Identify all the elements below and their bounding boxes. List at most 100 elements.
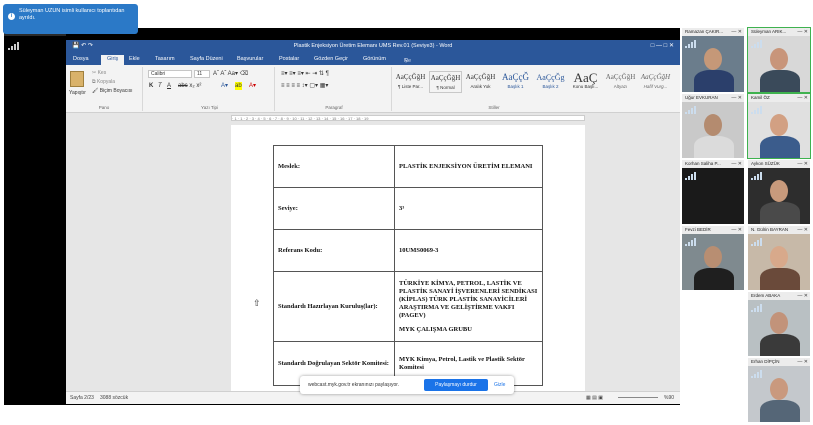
word-window: 💾 ↶ ↷ Plastik Enjeksiyon Üretim Elemanı …	[66, 40, 680, 404]
style-name: Başlık 2	[542, 84, 559, 89]
style-item[interactable]: AaÇçĞğH Hafif Vurg...	[639, 71, 672, 93]
participant-name-bar: Fevzi BEDİR — ✕	[682, 226, 744, 234]
style-name: ¶ Liste Par...	[398, 84, 423, 89]
tab-references[interactable]: Başvurular	[237, 55, 263, 63]
style-item[interactable]: AaÇçĞğH ¶ Normal	[429, 71, 462, 93]
stop-sharing-button[interactable]: Paylaşmayı durdur	[424, 379, 488, 391]
tab-home[interactable]: Giriş	[101, 55, 125, 65]
tab-file[interactable]: Dosya	[73, 55, 89, 63]
zoom-slider[interactable]	[618, 397, 658, 398]
participant-tile[interactable]: Kamil ÖZ — ✕	[747, 93, 811, 159]
style-name: Aralık Yok	[470, 84, 491, 89]
font-name-select[interactable]: Calibri	[148, 70, 192, 78]
participant-name: Fevzi BEDİR	[685, 227, 711, 232]
paragraph-group: ≡▾ ≡▾ ≡▾ ⇤ ⇥ ⇅ ¶ ≡ ≡ ≡ ≡ ↕▾ ▢▾ ▦▾ Paragr…	[277, 67, 392, 111]
hide-share-bar-button[interactable]: Gizle	[494, 379, 505, 391]
tile-controls-icon[interactable]: — ✕	[797, 28, 808, 36]
highlight-icon[interactable]: ab	[235, 82, 242, 90]
signal-icon	[685, 238, 696, 246]
tab-insert[interactable]: Ekle	[129, 55, 140, 63]
participant-tile[interactable]: Korhan Saliha P... — ✕	[682, 160, 744, 224]
clipboard-group-label: Pano	[98, 105, 110, 110]
tab-layout[interactable]: Sayfa Düzeni	[190, 55, 223, 63]
participant-name-bar: Erhan DİPÇİN — ✕	[748, 358, 810, 366]
participant-tile[interactable]: N. Gülrin BAYRAN — ✕	[748, 226, 810, 290]
cut-button[interactable]: ✂ Kes	[92, 69, 106, 77]
signal-icon	[751, 304, 762, 312]
participant-tile[interactable]: Fevzi BEDİR — ✕	[682, 226, 744, 290]
save-icon[interactable]: 💾 ↶ ↷	[72, 40, 93, 53]
paste-button[interactable]: Yapıştır	[69, 89, 86, 97]
tile-controls-icon[interactable]: — ✕	[797, 94, 808, 102]
paste-icon[interactable]	[70, 71, 84, 87]
participant-tile[interactable]: Erdem ABAKA — ✕	[748, 292, 810, 356]
tile-controls-icon[interactable]: — ✕	[797, 358, 808, 366]
grow-font-icon[interactable]: Aˆ Aˇ Aa▾ ⌫	[213, 70, 248, 78]
tile-controls-icon[interactable]: — ✕	[797, 292, 808, 300]
style-item[interactable]: AaÇçĞg Başlık 2	[534, 71, 567, 93]
tab-mailings[interactable]: Postalar	[279, 55, 299, 63]
leave-notification[interactable]: i Süleyman UZUN isimli kullanıcı toplant…	[3, 4, 138, 34]
participant-tile[interactable]: Uğur EVKURAN — ✕	[682, 94, 744, 158]
participant-name: Korhan Saliha P...	[685, 161, 721, 166]
paragraph-group-label: Paragraf	[325, 105, 343, 110]
tile-controls-icon[interactable]: — ✕	[731, 28, 742, 36]
style-item[interactable]: AaÇçĞğH ¶ Liste Par...	[394, 71, 427, 93]
ribbon-tabs: Dosya Giriş Ekle Tasarım Sayfa Düzeni Ba…	[66, 53, 680, 96]
font-size-select[interactable]: 11	[194, 70, 210, 78]
word-titlebar: 💾 ↶ ↷ Plastik Enjeksiyon Üretim Elemanı …	[66, 40, 680, 53]
document-page[interactable]: Meslek: PLASTİK ENJEKSİYON ÜRETİM ELEMAN…	[231, 125, 585, 395]
cut-label: Kes	[97, 70, 107, 76]
style-name: ¶ Normal	[436, 85, 455, 90]
person-head	[704, 246, 722, 268]
participant-tile[interactable]: Süleyman ARIK... — ✕	[747, 27, 811, 93]
participant-name: Uğur EVKURAN	[685, 95, 718, 100]
person-body	[760, 70, 800, 92]
style-item[interactable]: AaÇ Konu Başlı...	[569, 71, 602, 93]
window-controls-icon[interactable]: □ — □ ✕	[651, 40, 674, 53]
styles-group: AaÇçĞğH ¶ Liste Par... AaÇçĞğH ¶ Normal Aa…	[394, 67, 680, 111]
align-left-icon[interactable]: ≡ ≡ ≡ ≡ ↕▾ ▢▾ ▦▾	[281, 82, 328, 90]
format-painter-button[interactable]: 🖌 Biçim Boyacısı	[92, 87, 133, 95]
person-body	[694, 268, 734, 290]
person-head	[704, 48, 722, 70]
tile-controls-icon[interactable]: — ✕	[731, 160, 742, 168]
text-effects-icon[interactable]: A▾	[221, 82, 228, 90]
participant-name-bar: Ramazan ÇAKIR... — ✕	[682, 28, 744, 36]
style-preview: AaÇçĞğH	[430, 74, 461, 82]
italic-icon[interactable]: T	[158, 82, 162, 90]
participant-tile[interactable]: Ramazan ÇAKIR... — ✕	[682, 28, 744, 92]
tile-controls-icon[interactable]: — ✕	[731, 226, 742, 234]
style-preview: AaÇçĞğH	[395, 73, 426, 81]
tab-view[interactable]: Görünüm	[363, 55, 386, 63]
ruler[interactable]: · 1 · 1 · 2 · 3 · 4 · 5 · 6 · 7 · 8 · 9 …	[66, 114, 680, 122]
strikethrough-icon[interactable]: abc x₂ x²	[178, 82, 201, 90]
participant-tile[interactable]: Erhan DİPÇİN — ✕	[748, 358, 810, 422]
word-count[interactable]: 3088 sözcük	[100, 392, 128, 404]
view-mode-icon[interactable]: ▦ ▤ ▣	[586, 392, 603, 404]
tile-controls-icon[interactable]: — ✕	[731, 94, 742, 102]
tab-review[interactable]: Gözden Geçir	[314, 55, 348, 63]
table-value: PLASTİK ENJEKSİYON ÜRETİM ELEMANI	[394, 145, 543, 188]
tile-controls-icon[interactable]: — ✕	[797, 226, 808, 234]
participant-name: Aykon SÜZÜK	[751, 161, 780, 166]
style-item[interactable]: AaÇçĞğH Aralık Yok	[464, 71, 497, 93]
screen-share-bar: webcast.myk.gov.tr ekranınızı paylaşıyor…	[300, 376, 514, 394]
participant-tile[interactable]: Aykon SÜZÜK — ✕	[748, 160, 810, 224]
page-count[interactable]: Sayfa 2/23	[70, 392, 94, 404]
style-item[interactable]: AaÇçĞğH Altyazı	[604, 71, 637, 93]
tab-design[interactable]: Tasarım	[155, 55, 175, 63]
font-color-icon[interactable]: A▾	[249, 82, 256, 90]
underline-icon[interactable]: A	[167, 82, 171, 90]
bullets-icon[interactable]: ≡▾ ≡▾ ≡▾ ⇤ ⇥ ⇅ ¶	[281, 70, 329, 78]
style-item[interactable]: AaÇçĞ Başlık 1	[499, 71, 532, 93]
tile-controls-icon[interactable]: — ✕	[797, 160, 808, 168]
style-name: Altyazı	[613, 84, 628, 89]
person-head	[770, 48, 788, 70]
table-value-orgs: TÜRKİYE KİMYA, PETROL, LASTİK VE PLASTİK…	[399, 279, 538, 319]
zoom-level[interactable]: %90	[664, 392, 674, 404]
person-body	[760, 202, 800, 224]
person-head	[770, 180, 788, 202]
copy-button[interactable]: ⧉ Kopyala	[92, 78, 115, 86]
bold-icon[interactable]: K	[149, 82, 153, 90]
